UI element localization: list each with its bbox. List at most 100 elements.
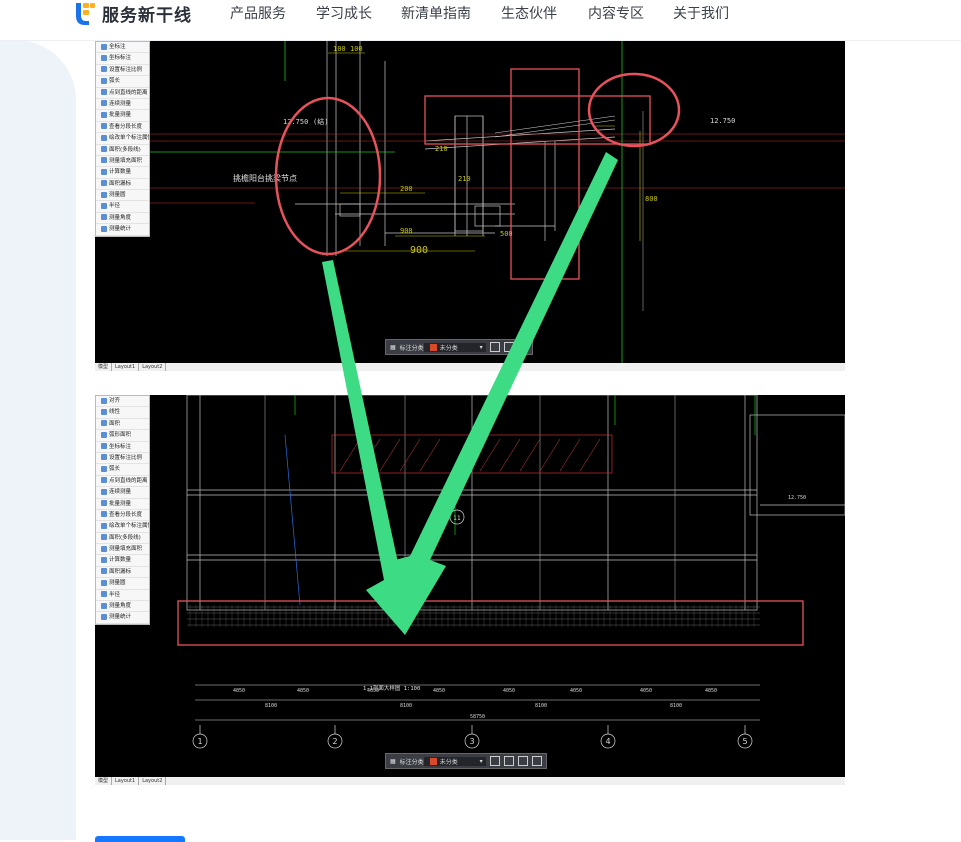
tool-icon — [101, 89, 107, 96]
palette-item[interactable]: 测量角度 — [96, 601, 149, 613]
move-icon[interactable] — [489, 342, 500, 352]
primary-button-partial[interactable] — [95, 836, 185, 842]
palette-item[interactable]: 坐标标注 — [96, 442, 149, 453]
tab-model[interactable]: 模型 — [95, 777, 113, 785]
dim-100-b: 100 — [350, 45, 363, 53]
nav-item-about[interactable]: 关于我们 — [673, 3, 729, 23]
palette-item[interactable]: 面积(多段线) — [96, 145, 149, 156]
palette-item-label: 查看分段长度 — [109, 123, 143, 130]
total-dim: 58750 — [470, 714, 485, 720]
cad-drawing-bottom: 4050 4050 4050 4050 4050 4050 4050 4050 … — [177, 395, 845, 749]
nav-item-bill-guide[interactable]: 新清单指南 — [401, 3, 471, 23]
palette-item[interactable]: 批量测量 — [96, 110, 149, 122]
edit-icon[interactable] — [489, 756, 500, 766]
palette-item[interactable]: 半径 — [96, 590, 149, 602]
palette-item[interactable]: 计算数量 — [96, 167, 149, 179]
chevron-down-icon: ▾ — [479, 343, 483, 351]
palette-item[interactable]: 半径 — [96, 201, 149, 213]
palette-item[interactable]: 设置标注比例 — [96, 65, 149, 77]
palette-item[interactable]: 绘改单个标注属性 — [96, 133, 149, 145]
paste-icon[interactable] — [517, 342, 528, 352]
palette-item-label: 坐标标注 — [109, 55, 132, 62]
nav-item-products[interactable]: 产品服务 — [230, 3, 286, 23]
tool-icon — [101, 579, 107, 586]
palette-item-label: 测量统计 — [109, 614, 132, 621]
grid-icon[interactable]: ▦ — [390, 758, 396, 765]
tab-layout1[interactable]: Layout1 — [112, 777, 140, 785]
palette-item-label: 批量测量 — [109, 112, 132, 119]
palette-item[interactable]: 线性 — [96, 407, 149, 419]
palette-item[interactable]: 测量统计 — [96, 612, 149, 624]
tab-layout2[interactable]: Layout2 — [139, 363, 167, 371]
palette-item[interactable]: 查看分段长度 — [96, 510, 149, 522]
palette-item[interactable]: 连续测量 — [96, 487, 149, 499]
dim-8: 4050 — [705, 688, 717, 694]
tool-icon — [101, 225, 107, 232]
annotation-class-select[interactable]: 未分类 ▾ — [423, 342, 486, 352]
palette-item[interactable]: 全标注 — [96, 42, 149, 54]
annotation-class-select[interactable]: 未分类 ▾ — [423, 756, 486, 766]
dim-100-a: 100 — [333, 45, 346, 53]
palette-item-label: 绘改单个标注属性 — [109, 135, 149, 142]
palette-item[interactable]: 批量测量 — [96, 499, 149, 510]
tool-icon — [101, 420, 107, 427]
palette-item[interactable]: 测量圆 — [96, 190, 149, 202]
tool-icon — [101, 180, 107, 187]
nav-item-content[interactable]: 内容专区 — [588, 3, 644, 23]
palette-item[interactable]: 设置标注比例 — [96, 453, 149, 465]
dim2-3: 8100 — [535, 703, 547, 709]
nav-item-partners[interactable]: 生态伙伴 — [501, 3, 557, 23]
nav-item-learning[interactable]: 学习成长 — [316, 3, 372, 23]
palette-item[interactable]: 计算数量 — [96, 555, 149, 567]
tool-icon — [101, 591, 107, 598]
palette-item[interactable]: 坐标标注 — [96, 53, 149, 65]
palette-item[interactable]: 面积(多段线) — [96, 533, 149, 545]
palette-item[interactable]: 测量统计 — [96, 224, 149, 236]
palette-item[interactable]: 查看分段长度 — [96, 122, 149, 134]
dim-800: 800 — [645, 195, 658, 203]
tool-icon — [101, 66, 107, 73]
dim-200: 200 — [400, 185, 413, 193]
palette-item[interactable]: 弧长 — [96, 76, 149, 88]
palette-item[interactable]: 测量填充面积 — [96, 156, 149, 168]
paste-icon[interactable] — [531, 756, 542, 766]
palette-item-label: 弧长 — [109, 466, 121, 473]
grid-icon[interactable]: ▦ — [390, 344, 396, 351]
tool-icon — [101, 43, 107, 50]
elevation-right: 12.750 — [710, 117, 735, 125]
palette-item[interactable]: 弧长 — [96, 464, 149, 476]
tab-layout2[interactable]: Layout2 — [139, 777, 167, 785]
tool-icon — [101, 511, 107, 518]
palette-item[interactable]: 测量圆 — [96, 578, 149, 590]
palette-item[interactable]: 面积漏标 — [96, 567, 149, 579]
dim-500: 500 — [500, 230, 513, 238]
palette-item-label: 面积(多段线) — [109, 146, 141, 153]
palette-item[interactable]: 点到直线的距离 — [96, 88, 149, 99]
palette-item[interactable]: 面积漏标 — [96, 179, 149, 191]
palette-item[interactable]: 弧形面积 — [96, 430, 149, 442]
tab-layout1[interactable]: Layout1 — [112, 363, 140, 371]
section-annotation: 挑檐阳台挑梁节点 — [233, 173, 297, 183]
palette-item-label: 半径 — [109, 591, 121, 598]
dim-210-a: 210 — [435, 145, 448, 153]
dim-7: 4050 — [640, 688, 652, 694]
palette-item-label: 测量角度 — [109, 214, 132, 221]
palette-item[interactable]: 测量角度 — [96, 213, 149, 225]
copy-icon[interactable] — [517, 756, 528, 766]
palette-item[interactable]: 点到直线的距离 — [96, 476, 149, 488]
palette-item[interactable]: 面积 — [96, 419, 149, 431]
tool-icon — [101, 522, 107, 529]
tool-icon — [101, 191, 107, 198]
palette-item[interactable]: 绘改单个标注属性 — [96, 521, 149, 533]
tool-icon — [101, 146, 107, 153]
palette-item-label: 全标注 — [109, 44, 126, 50]
palette-item[interactable]: 连续测量 — [96, 99, 149, 111]
palette-item[interactable]: 测量填充面积 — [96, 544, 149, 556]
brand-logo[interactable]: 服务新干线 — [72, 0, 192, 26]
copy-icon[interactable] — [503, 342, 514, 352]
tab-model[interactable]: 模型 — [95, 363, 113, 371]
dim-210-b: 210 — [458, 175, 471, 183]
tool-icon — [101, 534, 107, 541]
move-icon[interactable] — [503, 756, 514, 766]
palette-item[interactable]: 对齐 — [96, 396, 149, 408]
